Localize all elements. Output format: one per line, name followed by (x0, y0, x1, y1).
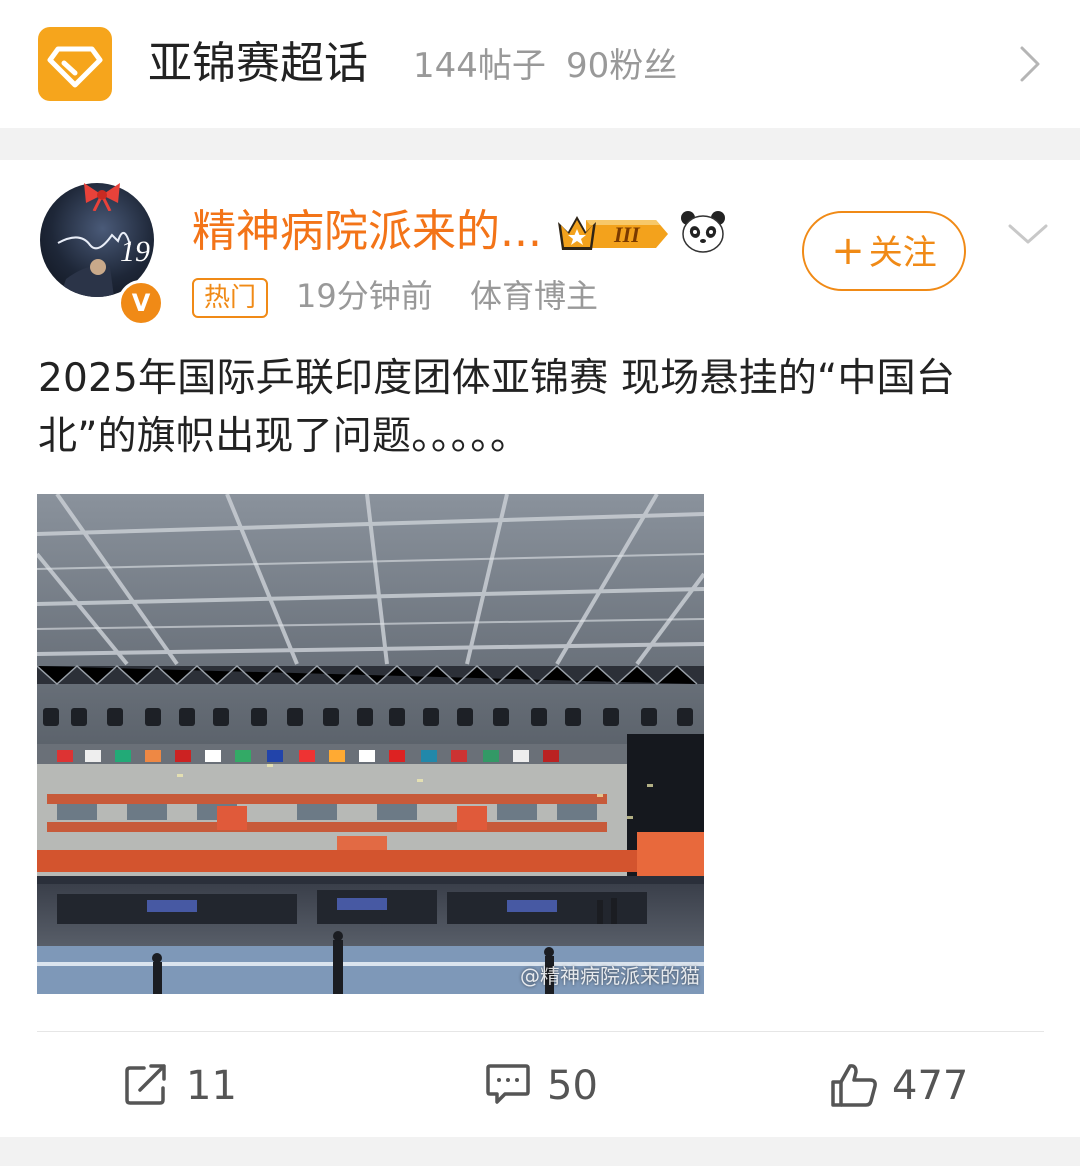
plus-icon: + (831, 228, 865, 274)
svg-text:19: 19 (120, 235, 150, 268)
comment-icon (486, 1064, 530, 1104)
share-icon (125, 1064, 166, 1105)
member-level: III (613, 222, 641, 247)
thumbs-up-icon (831, 1064, 877, 1107)
post-text: 2025年国际乒联印度团体亚锦赛 现场悬挂的“中国台北”的旗帜出现了问题。。。。… (38, 356, 956, 459)
follow-button[interactable]: + 关注 (802, 211, 966, 291)
image-watermark: @精神病院派来的猫 (520, 964, 700, 988)
post-source: 体育博主 (470, 277, 599, 315)
topic-title: 亚锦赛超话 (148, 38, 368, 89)
topic-post-count: 144帖子 (413, 46, 546, 86)
post-photo[interactable]: @精神病院派来的猫 (37, 494, 704, 994)
chevron-down-icon[interactable] (1006, 220, 1050, 252)
crown-member-badge-icon[interactable]: III (556, 212, 670, 260)
verified-badge: V (118, 280, 164, 326)
share-count: 11 (186, 1063, 237, 1109)
post-card: 19 V 精神病院派来的... III + 关注 热门 19分钟前 体育博主 2… (0, 160, 1080, 1137)
author-name[interactable]: 精神病院派来的... (192, 204, 542, 260)
chevron-right-icon[interactable] (1014, 44, 1046, 88)
comment-count: 50 (547, 1063, 598, 1109)
hot-tag: 热门 (192, 278, 269, 318)
like-count: 477 (892, 1063, 969, 1109)
bow-decoration-icon (80, 181, 124, 215)
panda-icon (680, 210, 726, 258)
post-time: 19分钟前 (296, 277, 433, 315)
divider (37, 1031, 1044, 1032)
follow-label: 关注 (868, 233, 937, 273)
diamond-icon (38, 27, 112, 101)
super-topic-header[interactable]: 亚锦赛超话 144帖子 90粉丝 (0, 0, 1080, 128)
topic-fan-count: 90粉丝 (566, 46, 678, 86)
